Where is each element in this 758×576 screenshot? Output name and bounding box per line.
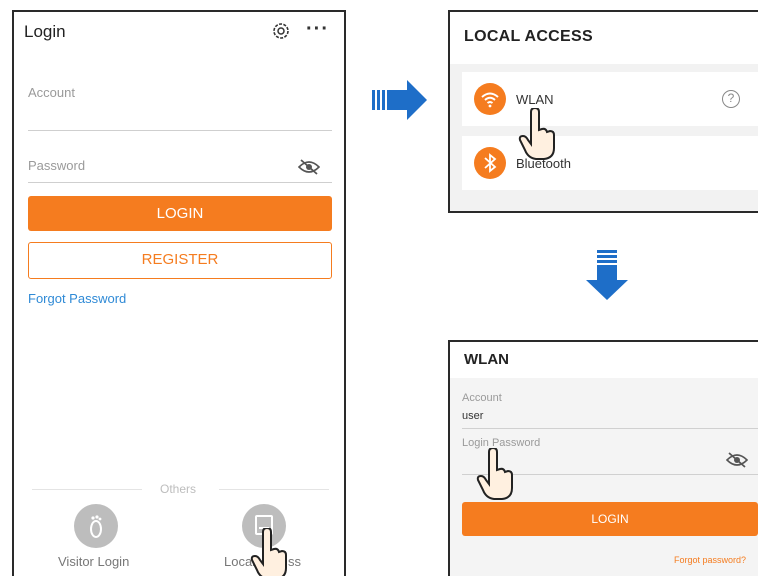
forgot-password-link[interactable]: Forgot password? <box>674 555 746 565</box>
account-input[interactable]: user <box>462 410 483 422</box>
arrow-down-icon <box>586 250 628 300</box>
gear-icon[interactable] <box>270 20 292 42</box>
wlan-screen: WLAN Account user Login Password LOGIN F… <box>448 340 758 576</box>
list-item-wlan[interactable]: WLAN ? <box>462 72 758 126</box>
bluetooth-icon <box>474 147 506 179</box>
password-field[interactable]: Password <box>28 158 85 173</box>
account-label: Account <box>462 392 502 404</box>
hand-pointer-icon <box>476 446 516 500</box>
page-title: Login <box>24 22 66 41</box>
others-label: Others <box>160 482 197 496</box>
list-item-bluetooth[interactable]: Bluetooth <box>462 136 758 190</box>
page-title: WLAN <box>464 351 509 368</box>
more-dots-icon[interactable]: ··· <box>306 18 329 41</box>
hand-pointer-icon <box>250 526 290 576</box>
eye-hidden-icon[interactable] <box>297 159 321 175</box>
wlan-label: WLAN <box>516 92 554 107</box>
arrow-right-icon <box>372 80 428 120</box>
visitor-login-label: Visitor Login <box>58 554 130 569</box>
eye-hidden-icon[interactable] <box>725 452 749 468</box>
forgot-password-link[interactable]: Forgot Password <box>28 291 126 306</box>
local-access-screen: LOCAL ACCESS WLAN ? Bluetooth <box>448 10 758 213</box>
page-title: LOCAL ACCESS <box>464 28 593 45</box>
password-underline <box>28 182 332 183</box>
login-button[interactable]: LOGIN <box>462 502 758 536</box>
hand-pointer-icon <box>518 106 558 160</box>
visitor-login-button[interactable] <box>74 504 118 548</box>
footprint-icon <box>90 515 102 538</box>
account-underline <box>28 130 332 131</box>
login-button[interactable]: LOGIN <box>28 196 332 231</box>
divider <box>32 489 142 490</box>
account-field[interactable]: Account <box>28 85 75 100</box>
divider <box>219 489 329 490</box>
register-button[interactable]: REGISTER <box>28 242 332 279</box>
help-icon[interactable]: ? <box>722 90 740 108</box>
account-underline <box>462 428 758 429</box>
login-screen: Login ··· Account Password LOGIN REGISTE… <box>12 10 346 576</box>
wifi-icon <box>474 83 506 115</box>
